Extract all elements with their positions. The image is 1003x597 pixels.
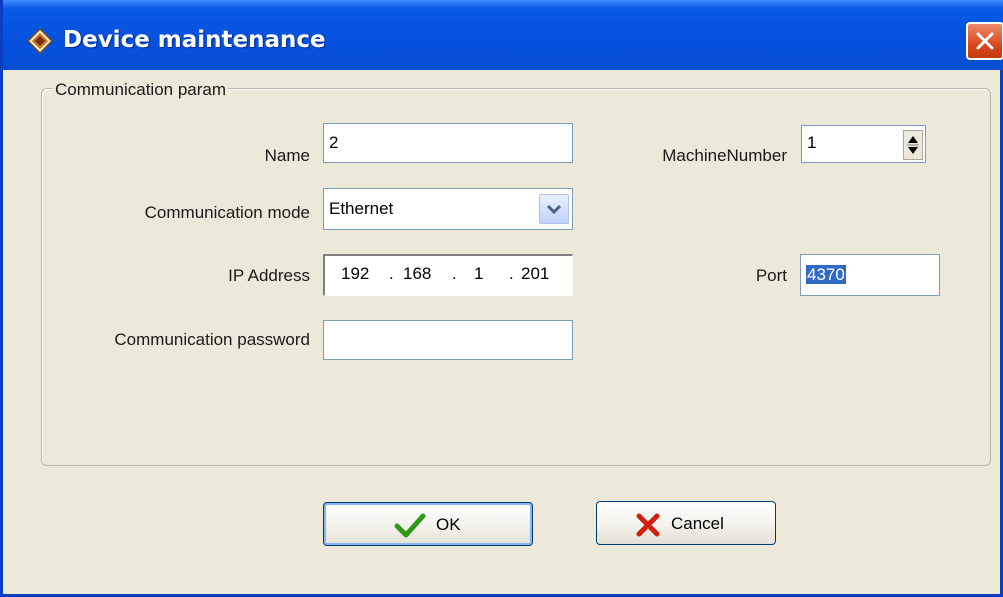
- chevron-down-icon: [546, 204, 562, 215]
- communication-mode-dropdown-button[interactable]: [539, 194, 569, 224]
- ip-octet-2[interactable]: 168: [403, 264, 431, 284]
- ip-address-label: IP Address: [228, 266, 310, 285]
- ip-separator: .: [452, 264, 457, 283]
- checkmark-icon: [394, 513, 426, 544]
- ok-button-label: OK: [436, 515, 461, 534]
- ip-address-input[interactable]: 192 . 168 . 1 . 201: [323, 254, 573, 296]
- port-label: Port: [755, 266, 787, 285]
- spin-up-down-icon: [907, 136, 919, 154]
- cancel-button-label: Cancel: [671, 514, 724, 533]
- x-cross-icon: [635, 512, 661, 543]
- communication-password-input[interactable]: [323, 320, 573, 360]
- close-button[interactable]: [966, 22, 1003, 60]
- close-icon: [976, 32, 994, 50]
- app-icon: [26, 27, 54, 55]
- name-input[interactable]: 2: [323, 123, 573, 163]
- machine-number-label: MachineNumber: [662, 146, 787, 165]
- window-title: Device maintenance: [63, 27, 326, 53]
- ip-separator: .: [389, 264, 394, 283]
- communication-mode-select[interactable]: Ethernet: [323, 188, 573, 230]
- ok-button[interactable]: OK: [323, 502, 533, 546]
- ip-octet-3[interactable]: 1: [474, 264, 483, 284]
- port-input[interactable]: 4370: [800, 254, 940, 296]
- communication-mode-label: Communication mode: [144, 203, 310, 222]
- group-legend: Communication param: [53, 80, 229, 100]
- communication-mode-value: Ethernet: [329, 199, 394, 218]
- cancel-button[interactable]: Cancel: [596, 501, 776, 545]
- machine-number-spin-buttons[interactable]: [903, 130, 923, 160]
- communication-password-label: Communication password: [114, 330, 310, 349]
- ip-separator: .: [509, 264, 514, 283]
- ip-octet-4[interactable]: 201: [521, 264, 549, 284]
- machine-number-value: 1: [807, 133, 817, 152]
- port-value: 4370: [806, 265, 846, 284]
- title-bar[interactable]: Device maintenance: [3, 0, 1003, 70]
- device-maintenance-window: Device maintenance Communication param N…: [0, 0, 1003, 597]
- ip-octet-1[interactable]: 192: [341, 264, 369, 284]
- name-label: Name: [264, 146, 310, 165]
